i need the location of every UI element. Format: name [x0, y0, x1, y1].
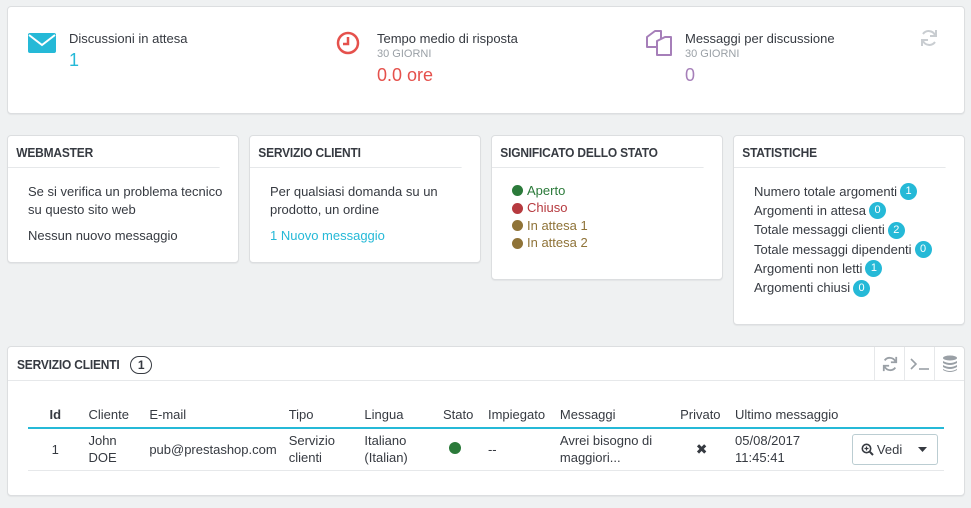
kpi-title: Discussioni in attesa	[69, 31, 188, 46]
clock-icon	[336, 31, 360, 55]
table-row[interactable]: 1 John DOE pub@prestashop.com Servizio c…	[28, 428, 944, 471]
status-dot-icon	[512, 185, 523, 197]
database-icon	[942, 355, 957, 372]
column-header[interactable]: Messaggi	[553, 401, 675, 429]
webmaster-text: Se si verifica un problema tecnico su qu…	[28, 184, 223, 217]
stat-badge: 2	[887, 221, 905, 239]
legend-label: In attesa 1	[527, 217, 588, 233]
stat-label: Totale messaggi dipendenti	[754, 241, 912, 257]
panel-title: Servizio clienti	[17, 357, 120, 372]
kpi-subtitle: 30 giorni	[685, 48, 740, 60]
view-dropdown-toggle[interactable]	[909, 435, 937, 464]
stat-label: Argomenti in attesa	[754, 202, 867, 218]
statistics-panel: Statistiche Numero totale argomenti 1 Arg…	[733, 135, 965, 325]
kpi-subtitle: 30 giorni	[377, 48, 432, 60]
caret-down-icon	[918, 446, 928, 452]
view-button[interactable]: Vedi	[853, 435, 909, 464]
kpi-title: Messaggi per discussione	[685, 31, 835, 46]
legend-item: Chiuso	[512, 200, 714, 218]
kpi-value: 0	[685, 65, 696, 85]
legend-label: Chiuso	[527, 200, 568, 216]
panel-title: Statistiche	[734, 136, 946, 168]
status-legend-panel: Significato dello stato Aperto Chiuso In…	[491, 135, 723, 280]
panel-title: Significato dello stato	[492, 136, 704, 168]
stat-badge: 0	[853, 279, 871, 297]
stat-badge: 1	[900, 183, 918, 201]
envelope-icon	[28, 33, 56, 53]
column-header[interactable]: Cliente	[82, 401, 144, 429]
column-header-actions	[849, 401, 944, 429]
cell-actions: Vedi	[849, 428, 944, 471]
stat-row: Totale messaggi clienti 2	[754, 221, 956, 240]
stat-badge: 1	[865, 260, 883, 278]
panel-title: Servizio clienti	[250, 136, 462, 168]
status-dot-icon	[512, 237, 523, 249]
table-header-row: Id Cliente E-mail Tipo Lingua Stato Impi…	[28, 401, 944, 429]
stat-row: Totale messaggi dipendenti 0	[754, 240, 956, 259]
kpi-panel: Discussioni in attesa 1 Tempo medio di r…	[7, 6, 965, 114]
stat-label: Argomenti non letti	[754, 260, 863, 276]
refresh-list-button[interactable]	[874, 347, 904, 381]
panel-heading: Servizio clienti 1	[8, 347, 964, 381]
stat-row: Argomenti non letti 1	[754, 259, 956, 278]
panel-title: Webmaster	[8, 136, 220, 168]
cell-language: Italiano (Italian)	[358, 428, 437, 471]
refresh-icon[interactable]	[920, 29, 938, 47]
sql-query-button[interactable]	[904, 347, 934, 381]
cell-customer: John DOE	[82, 428, 144, 471]
cell-type: Servizio clienti	[282, 428, 359, 471]
legend-item: Aperto	[512, 182, 714, 200]
kpi-title: Tempo medio di risposta	[377, 31, 518, 46]
column-header[interactable]: Tipo	[282, 401, 359, 429]
cell-status	[437, 428, 482, 471]
cell-employee: --	[481, 428, 554, 471]
customer-service-panel: Servizio clienti Per qualsiasi domanda s…	[249, 135, 481, 263]
stat-row: Argomenti chiusi 0	[754, 278, 956, 297]
status-dot-icon	[512, 202, 523, 214]
new-messages-link[interactable]: 1 Nuovo messaggio	[270, 228, 385, 243]
cell-id: 1	[28, 428, 83, 471]
count-badge: 1	[129, 356, 153, 374]
zoom-in-icon	[861, 443, 874, 456]
stat-row: Argomenti in attesa 0	[754, 201, 956, 220]
legend-label: In attesa 2	[527, 235, 588, 251]
cell-messages: Avrei bisogno di maggiori...	[553, 428, 675, 471]
export-database-button[interactable]	[934, 347, 964, 381]
view-button-group: Vedi	[851, 433, 938, 465]
kpi-value: 0.0 ore	[377, 65, 434, 85]
webmaster-status: Nessun nuovo messaggio	[28, 228, 178, 243]
stat-badge: 0	[869, 202, 887, 220]
stat-badge: 0	[914, 241, 932, 259]
threads-table: Id Cliente E-mail Tipo Lingua Stato Impi…	[28, 401, 944, 471]
refresh-icon	[882, 356, 897, 372]
stat-row: Numero totale argomenti 1	[754, 182, 956, 201]
customer-service-text: Per qualsiasi domanda su un prodotto, un…	[270, 184, 438, 217]
legend-label: Aperto	[527, 182, 566, 198]
cell-last-message: 05/08/2017 11:45:41	[729, 428, 850, 471]
close-icon: ✖	[674, 428, 730, 471]
column-header[interactable]: Lingua	[358, 401, 437, 429]
legend-item: In attesa 2	[512, 235, 714, 253]
customer-threads-panel: Servizio clienti 1	[7, 346, 965, 496]
legend-item: In attesa 1	[512, 217, 714, 235]
status-dot-icon	[512, 220, 523, 232]
column-header[interactable]: Impiegato	[481, 401, 554, 429]
column-header[interactable]: Privato	[674, 401, 730, 429]
terminal-icon	[909, 358, 929, 370]
webmaster-panel: Webmaster Se si verifica un problema tec…	[7, 135, 239, 263]
stat-label: Argomenti chiusi	[754, 280, 851, 296]
stat-label: Totale messaggi clienti	[754, 222, 885, 238]
view-button-label: Vedi	[876, 441, 903, 457]
kpi-value: 1	[69, 50, 80, 70]
status-dot-icon	[449, 441, 461, 454]
column-header[interactable]: Stato	[437, 401, 482, 429]
stat-label: Numero totale argomenti	[754, 183, 898, 199]
column-header[interactable]: E-mail	[143, 401, 283, 429]
copy-icon	[646, 30, 672, 56]
column-header[interactable]: Ultimo messaggio	[729, 401, 850, 429]
column-header[interactable]: Id	[28, 401, 83, 429]
panel-toolbar	[874, 347, 964, 381]
cell-email: pub@prestashop.com	[143, 428, 283, 471]
